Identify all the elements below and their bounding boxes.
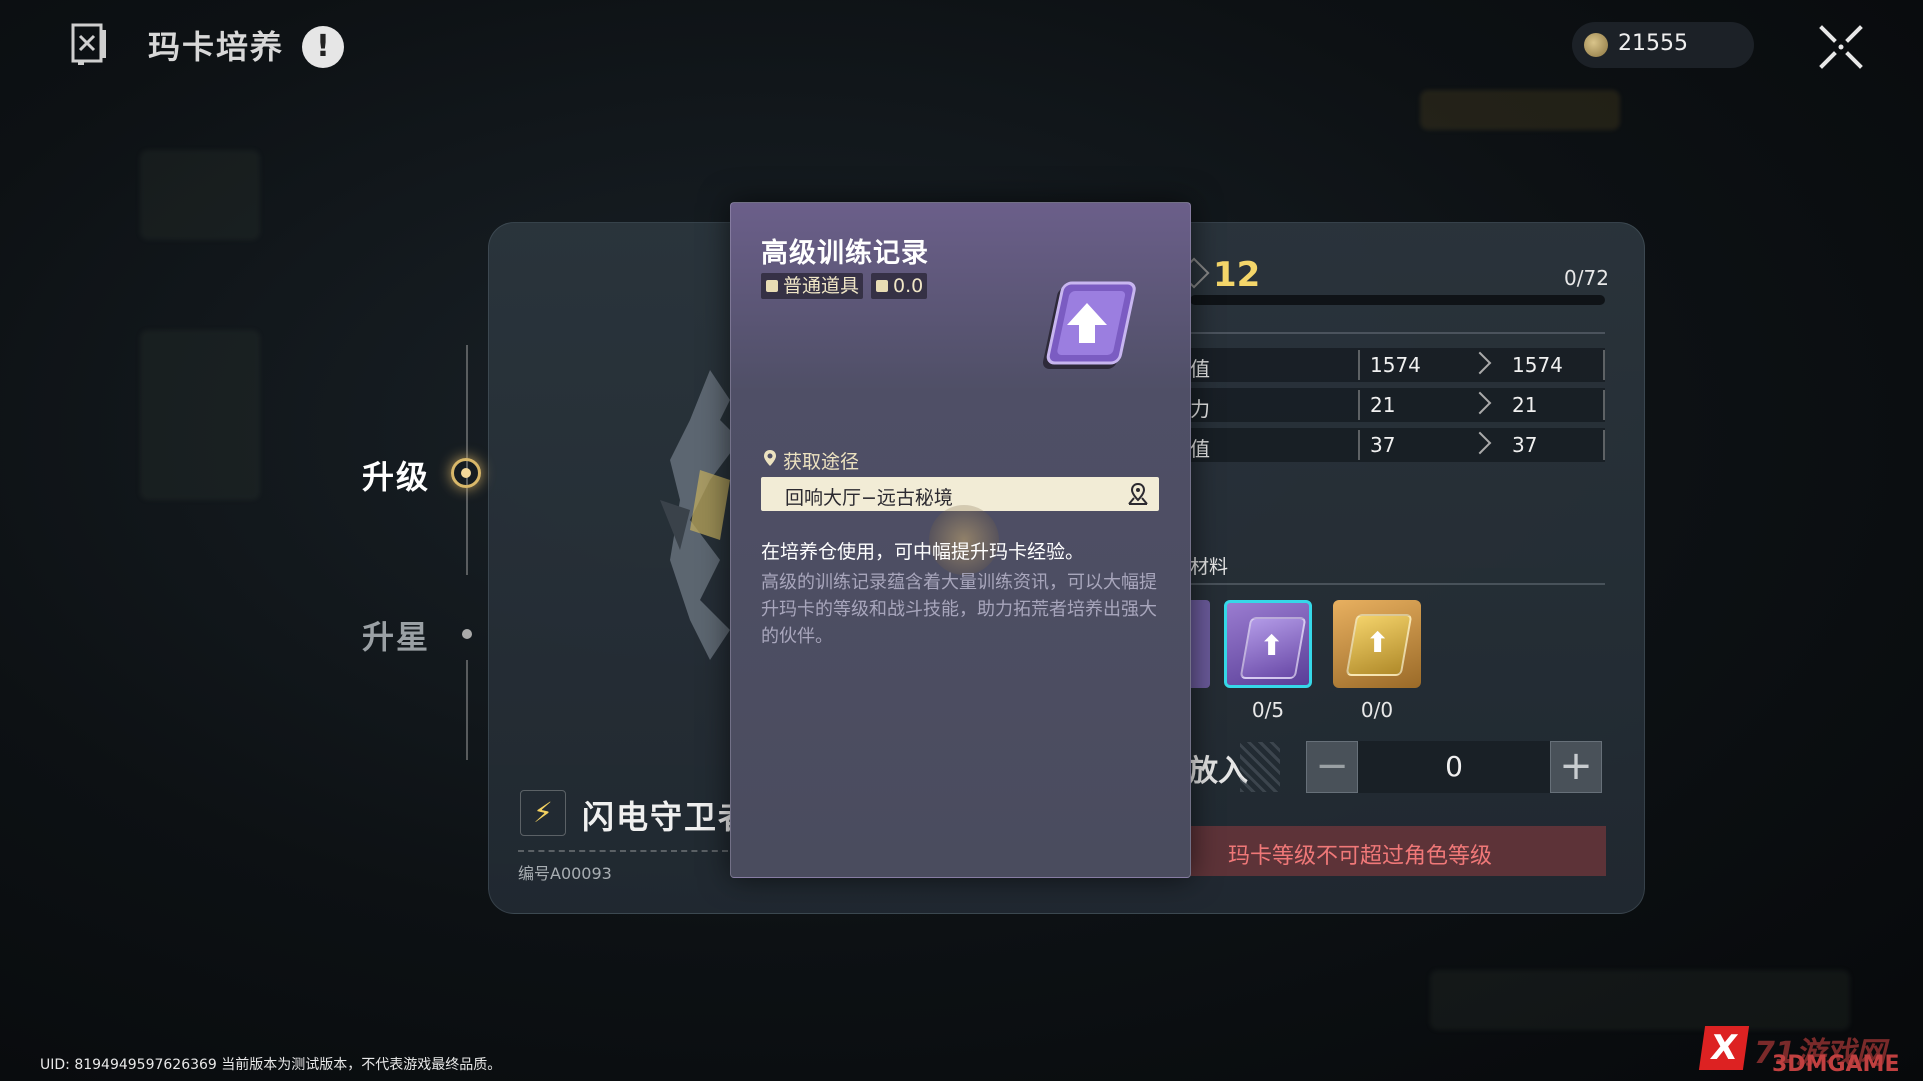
background-blur [1430,970,1850,1030]
stat-row: 力 21 21 [1190,388,1605,422]
stat-current: 37 [1370,433,1396,457]
location-pin-icon [764,450,776,466]
level-warning-text: 玛卡等级不可超过角色等级 [1227,844,1492,869]
tab-upgrade-indicator [451,458,481,488]
stat-current: 1574 [1370,353,1421,377]
increase-button[interactable]: + [1550,741,1602,793]
tab-star-up-indicator [462,629,472,639]
stat-label: 力 [1190,397,1210,421]
site-watermark: X 71游戏网 3DMGAME [1698,1022,1914,1077]
watermark-subtext: 3DMGAME [1772,1052,1900,1077]
item-tooltip-card: 高级训练记录 普通道具 0.0 获取途径 回响大厅−远古秘境 在培养仓使用，可中… [730,202,1191,878]
name-underline [518,850,728,852]
background-blur [1420,90,1620,130]
arrow-up-icon: ⬆ [1366,626,1390,659]
stat-label: 值 [1190,357,1210,381]
background-blur [140,330,260,500]
stat-label: 值 [1190,437,1210,461]
tab-star-up[interactable]: 升星 [362,612,430,658]
item-lore-text: 高级的训练记录蕴含着大量训练资讯，可以大幅提升玛卡的等级和战斗技能，助力拓荒者培… [761,572,1157,647]
map-marker-icon [1128,482,1148,505]
watermark-logo: X [1698,1026,1750,1070]
page-title: 玛卡培养 [148,28,285,66]
tab-upgrade[interactable]: 升级 [362,452,430,498]
close-icon[interactable] [1816,22,1866,72]
stat-divider [1603,430,1605,460]
stat-next: 37 [1512,433,1538,457]
stat-next: 1574 [1512,353,1563,377]
decrease-button[interactable]: − [1306,741,1358,793]
arrow-up-icon: ⬆ [1260,629,1284,662]
stat-row: 值 37 37 [1190,428,1605,462]
material-count: 0/5 [1251,698,1285,722]
material-slot-advanced-record[interactable]: ⬆ [1224,600,1312,688]
level-warning-banner: 玛卡等级不可超过角色等级 [1190,826,1606,876]
divider [1190,332,1605,334]
materials-label: 材料 [1190,556,1229,578]
obtain-label: 获取途径 [783,451,860,473]
arrow-right-icon [1468,431,1492,455]
quantity-value[interactable]: 0 [1358,741,1550,793]
stat-next: 21 [1512,393,1538,417]
item-weight-tag: 0.0 [871,273,928,299]
stat-divider [1358,390,1360,420]
divider [1190,583,1605,585]
nav-divider [466,660,468,760]
coin-icon [1584,33,1608,57]
stat-divider [1358,350,1360,380]
obtain-source-text: 回响大厅−远古秘境 [785,487,953,509]
uid-footer: UID: 8194949597626369 当前版本为测试版本，不代表游戏最终品… [40,1057,502,1073]
lightning-icon: ⚡ [520,790,566,836]
item-type-tag: 普通道具 [761,273,864,299]
level-value: 12 [1213,255,1261,295]
put-in-label: 放入 [1188,754,1248,789]
arrow-right-icon [1468,351,1492,375]
exp-text: 0/72 [1564,266,1609,290]
material-count: 0/0 [1360,698,1394,722]
material-slot-premium-record[interactable]: ⬆ [1333,600,1421,688]
currency-display: 21555 [1572,22,1754,68]
creature-name: 闪电守卫者 [582,798,753,836]
stat-current: 21 [1370,393,1396,417]
item-title: 高级训练记录 [761,238,929,269]
hatch-decoration [1240,742,1280,792]
stat-divider [1603,390,1605,420]
stat-divider [1603,350,1605,380]
journal-icon[interactable] [70,22,108,66]
stat-row: 值 1574 1574 [1190,348,1605,382]
arrow-right-icon [1468,391,1492,415]
training-record-icon [1042,281,1136,369]
exp-progress-bar [1190,295,1605,305]
background-blur [140,150,260,240]
creature-serial: 编号A00093 [518,864,612,883]
alert-icon[interactable]: ! [302,26,344,68]
currency-value: 21555 [1618,31,1688,56]
stat-divider [1358,430,1360,460]
item-effect-text: 在培养仓使用，可中幅提升玛卡经验。 [761,541,1085,563]
